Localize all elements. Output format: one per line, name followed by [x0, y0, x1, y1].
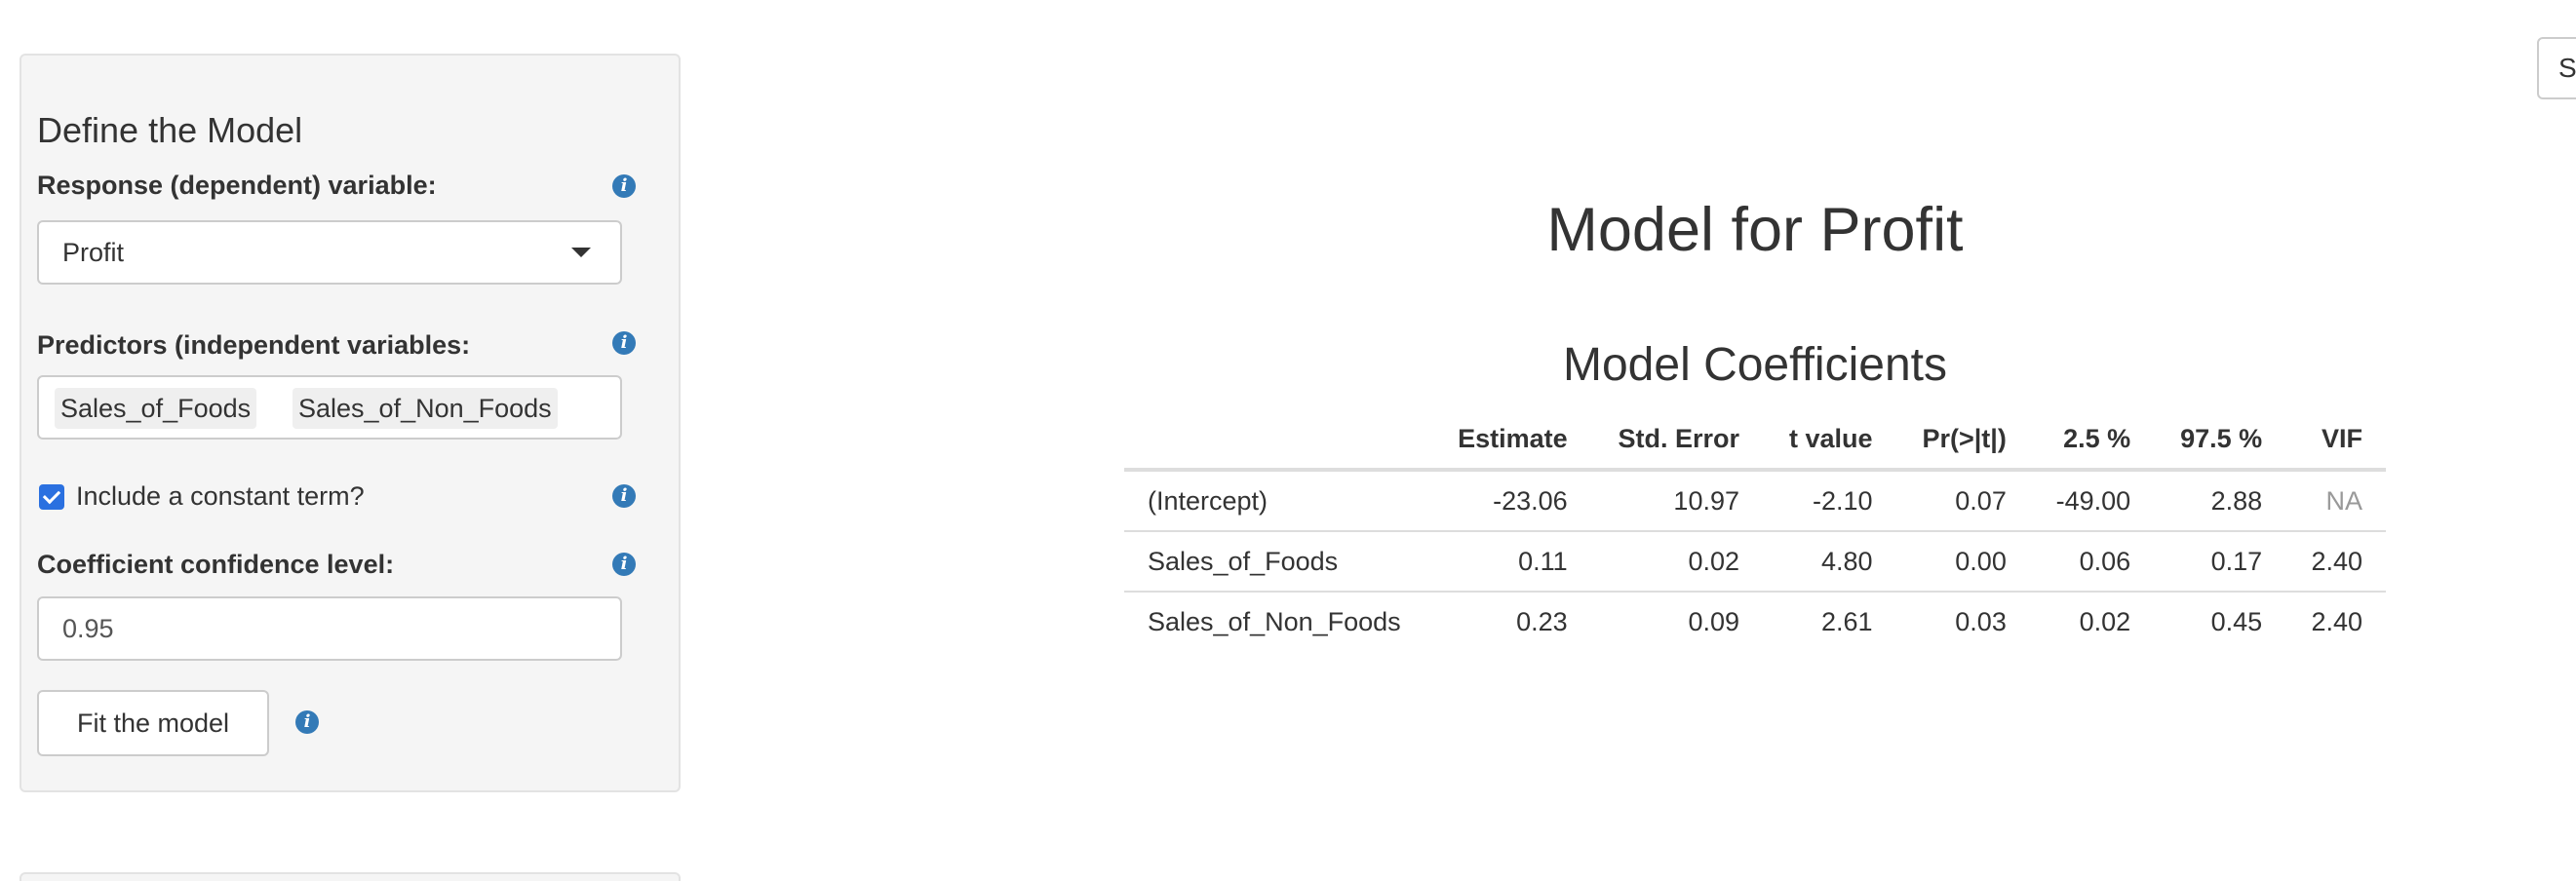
table-cell: 2.40	[2285, 530, 2386, 592]
top-right-button[interactable]: S	[2537, 37, 2576, 99]
table-cell: 0.02	[1590, 530, 1763, 592]
table-cell: 0.17	[2154, 530, 2286, 592]
sidebar-panel-secondary	[20, 872, 681, 881]
confidence-input[interactable]	[37, 596, 622, 661]
response-select[interactable]: Profit	[37, 220, 622, 285]
predictor-tag[interactable]: Sales_of_Foods	[55, 388, 257, 429]
table-header: Std. Error	[1590, 409, 1763, 472]
table-cell: 4.80	[1763, 530, 1896, 592]
response-select-value: Profit	[62, 238, 125, 267]
table-cell: 0.00	[1895, 530, 2030, 592]
constant-checkbox[interactable]	[39, 484, 64, 510]
page: Define the Model Response (dependent) va…	[0, 0, 2576, 881]
table-header: Pr(>|t|)	[1895, 409, 2030, 472]
table-row: Sales_of_Non_Foods 0.23 0.09 2.61 0.03 0…	[1124, 591, 2386, 651]
predictors-input[interactable]: Sales_of_Foods Sales_of_Non_Foods	[37, 375, 622, 440]
table-cell: -49.00	[2055, 485, 2131, 516]
constant-label: Include a constant term?	[76, 481, 365, 511]
predictors-label: Predictors (independent variables:	[37, 330, 471, 360]
page-title: Model for Profit	[1546, 196, 1964, 264]
chevron-down-icon	[571, 248, 591, 257]
table-cell: 10.97	[1673, 485, 1739, 516]
table-cell: 0.09	[1590, 591, 1763, 651]
coefficients-table: Estimate Std. Error t value Pr(>|t|) 2.5…	[1124, 409, 2386, 651]
table-cell: 0.06	[2029, 530, 2155, 592]
table-cell: 0.02	[2029, 591, 2155, 651]
section-title: Model Coefficients	[1563, 339, 1947, 391]
info-icon[interactable]: i	[612, 174, 636, 198]
table-cell: Sales_of_Non_Foods	[1124, 591, 1431, 651]
table-cell: 2.40	[2285, 591, 2386, 651]
table-header-row: Estimate Std. Error t value Pr(>|t|) 2.5…	[1124, 409, 2386, 472]
info-icon[interactable]: i	[612, 553, 636, 576]
table-cell: NA	[2325, 485, 2362, 516]
table-cell: 0.07	[1955, 485, 2007, 516]
info-icon[interactable]: i	[612, 331, 636, 355]
info-icon[interactable]: i	[295, 710, 319, 734]
table-cell: 0.45	[2154, 591, 2286, 651]
table-cell: 0.23	[1430, 591, 1591, 651]
table-header: Estimate	[1430, 409, 1591, 472]
panel-title: Define the Model	[37, 110, 303, 150]
table-header: 2.5 %	[2029, 409, 2155, 472]
table-cell: -23.06	[1493, 485, 1568, 516]
response-label: Response (dependent) variable:	[37, 171, 437, 200]
table-cell: 2.61	[1763, 591, 1896, 651]
table-cell: Sales_of_Foods	[1124, 530, 1431, 592]
table-cell: -2.10	[1812, 485, 1873, 516]
table-cell: 0.03	[1895, 591, 2030, 651]
fit-model-button[interactable]: Fit the model	[37, 690, 269, 756]
info-icon[interactable]: i	[612, 484, 636, 508]
table-row: (Intercept) -23.06 10.97 -2.10 0.07 -49.…	[1124, 470, 2386, 531]
table-cell: 2.88	[2210, 485, 2263, 516]
table-row: Sales_of_Foods 0.11 0.02 4.80 0.00 0.06 …	[1124, 530, 2386, 592]
confidence-label: Coefficient confidence level:	[37, 550, 395, 579]
table-header: t value	[1763, 409, 1896, 472]
table-cell: (Intercept)	[1148, 485, 1268, 516]
table-header: VIF	[2285, 409, 2386, 472]
table-header	[1124, 409, 1431, 472]
predictor-tag[interactable]: Sales_of_Non_Foods	[293, 388, 558, 429]
table-header: 97.5 %	[2154, 409, 2286, 472]
table-cell: 0.11	[1430, 530, 1591, 592]
